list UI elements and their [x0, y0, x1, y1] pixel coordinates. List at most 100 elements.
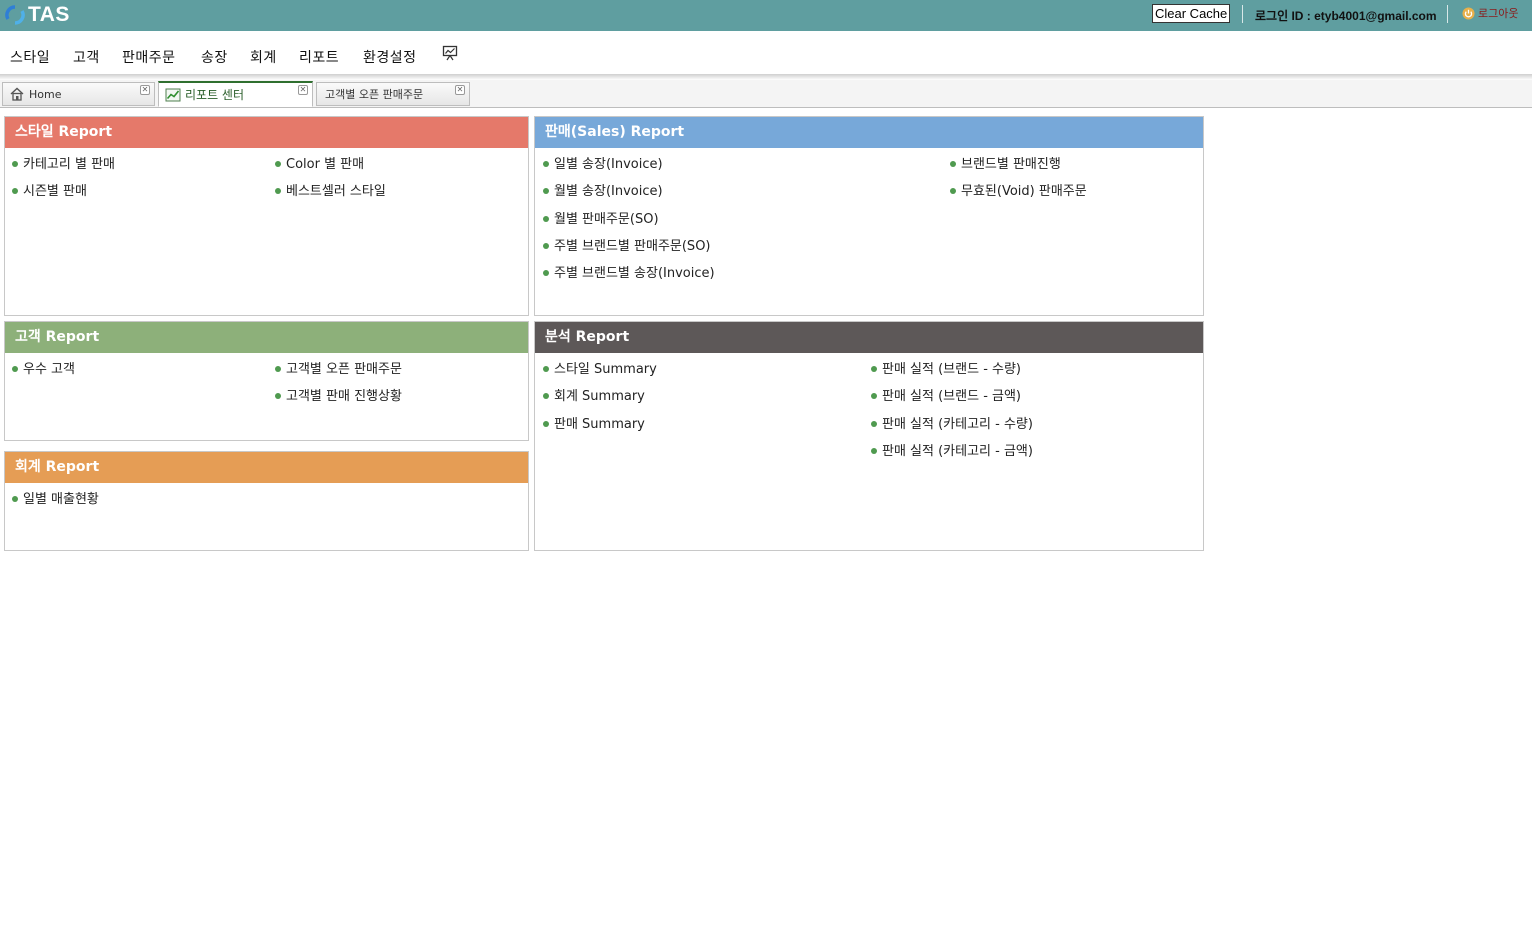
close-icon[interactable]: ✕ [455, 85, 465, 95]
customer-report-panel: 고객 Report [4, 321, 529, 441]
home-icon [10, 87, 24, 101]
style-report-panel: 스타일 Report [4, 116, 529, 316]
report-link-label: 브랜드별 판매진행 [961, 157, 1061, 172]
tab-label: 고객별 오픈 판매주문 [325, 88, 424, 101]
bullet-icon [12, 366, 18, 372]
bullet-icon [12, 496, 18, 502]
report-link-label: Color 별 판매 [286, 157, 365, 172]
report-link[interactable]: 무효된(Void) 판매주문 [950, 180, 1087, 199]
bullet-icon [543, 393, 549, 399]
report-link-label: 주별 브랜드별 판매주문(SO) [554, 239, 711, 254]
report-link[interactable]: 월별 판매주문(SO) [543, 208, 659, 227]
power-icon [1462, 6, 1475, 20]
bullet-icon [871, 421, 877, 427]
report-link-label: 우수 고객 [23, 362, 75, 377]
menu-sales-order[interactable]: 판매주문 [122, 47, 176, 67]
menu-invoice[interactable]: 송장 [201, 47, 228, 67]
report-link-label: 베스트셀러 스타일 [286, 184, 386, 199]
tab-customer-open-orders[interactable]: 고객별 오픈 판매주문 ✕ [316, 82, 470, 106]
report-link[interactable]: 주별 브랜드별 판매주문(SO) [543, 235, 711, 254]
menu-accounting[interactable]: 회계 [250, 47, 277, 67]
report-link-label: 판매 실적 (브랜드 - 수량) [882, 362, 1022, 377]
close-icon[interactable]: ✕ [298, 85, 308, 95]
report-link-label: 월별 판매주문(SO) [554, 212, 659, 227]
bullet-icon [871, 448, 877, 454]
report-link-label: 주별 브랜드별 송장(Invoice) [554, 266, 715, 281]
divider [1242, 5, 1243, 23]
report-link[interactable]: Color 별 판매 [275, 153, 364, 172]
report-link-label: 카테고리 별 판매 [23, 157, 115, 172]
bullet-icon [543, 161, 549, 167]
report-link[interactable]: 베스트셀러 스타일 [275, 180, 386, 199]
bullet-icon [543, 270, 549, 276]
report-link[interactable]: 월별 송장(Invoice) [543, 180, 663, 199]
bullet-icon [275, 188, 281, 194]
bullet-icon [543, 243, 549, 249]
tab-home[interactable]: Home ✕ [2, 82, 155, 106]
menu-report[interactable]: 리포트 [299, 47, 339, 67]
report-link[interactable]: 고객별 오픈 판매주문 [275, 358, 402, 377]
analysis-report-panel: 분석 Report [534, 321, 1204, 551]
bullet-icon [543, 366, 549, 372]
divider [1447, 5, 1448, 23]
report-link[interactable]: 고객별 판매 진행상황 [275, 385, 402, 404]
bullet-icon [871, 366, 877, 372]
report-link-label: 판매 실적 (브랜드 - 금액) [882, 389, 1022, 404]
tab-label: 리포트 센터 [185, 88, 245, 102]
monitor-chart-icon[interactable] [442, 45, 458, 61]
report-link-label: 시즌별 판매 [23, 184, 87, 199]
bullet-icon [950, 161, 956, 167]
report-link-label: 고객별 판매 진행상황 [286, 389, 402, 404]
menu-style[interactable]: 스타일 [10, 47, 50, 67]
chart-icon [165, 88, 181, 101]
report-link[interactable]: 우수 고객 [12, 358, 75, 377]
report-link-label: 일별 송장(Invoice) [554, 157, 663, 172]
report-link[interactable]: 일별 송장(Invoice) [543, 153, 663, 172]
bullet-icon [871, 393, 877, 399]
close-icon[interactable]: ✕ [140, 85, 150, 95]
report-link-label: 고객별 오픈 판매주문 [286, 362, 402, 377]
top-bar: TAS Clear Cache 로그인 ID : etyb4001@gmail.… [0, 0, 1532, 31]
main-menu-bar [0, 31, 1532, 76]
report-link[interactable]: 판매 실적 (브랜드 - 금액) [871, 385, 1021, 404]
report-link[interactable]: 스타일 Summary [543, 358, 657, 377]
tab-label: Home [29, 87, 62, 101]
bullet-icon [275, 393, 281, 399]
report-link-label: 판매 Summary [554, 417, 645, 432]
panel-title: 분석 Report [535, 322, 1203, 353]
report-link-label: 월별 송장(Invoice) [554, 184, 663, 199]
bullet-icon [275, 366, 281, 372]
report-link-label: 무효된(Void) 판매주문 [961, 184, 1087, 199]
report-link-label: 판매 실적 (카테고리 - 수량) [882, 417, 1033, 432]
report-link[interactable]: 브랜드별 판매진행 [950, 153, 1061, 172]
menu-customer[interactable]: 고객 [73, 47, 100, 67]
login-id-label: 로그인 ID : etyb4001@gmail.com [1255, 9, 1437, 23]
app-logo[interactable]: TAS [4, 3, 70, 27]
report-link[interactable]: 판매 실적 (카테고리 - 금액) [871, 440, 1033, 459]
report-link-label: 스타일 Summary [554, 362, 657, 377]
report-link[interactable]: 회계 Summary [543, 385, 645, 404]
report-link[interactable]: 판매 실적 (브랜드 - 수량) [871, 358, 1021, 377]
report-link[interactable]: 판매 실적 (카테고리 - 수량) [871, 413, 1033, 432]
bullet-icon [543, 188, 549, 194]
bullet-icon [12, 188, 18, 194]
report-link[interactable]: 시즌별 판매 [12, 180, 87, 199]
bullet-icon [12, 161, 18, 167]
menu-settings[interactable]: 환경설정 [363, 47, 417, 67]
report-link[interactable]: 카테고리 별 판매 [12, 153, 115, 172]
report-link-label: 회계 Summary [554, 389, 645, 404]
report-link-label: 일별 매출현황 [23, 492, 99, 507]
tab-report-center[interactable]: 리포트 센터 ✕ [158, 81, 313, 107]
bullet-icon [543, 421, 549, 427]
logout-link[interactable]: 로그아웃 [1462, 5, 1518, 21]
report-link[interactable]: 주별 브랜드별 송장(Invoice) [543, 262, 715, 281]
panel-title: 고객 Report [5, 322, 528, 353]
logo-mark-icon [5, 5, 25, 25]
panel-title: 회계 Report [5, 452, 528, 483]
logout-label: 로그아웃 [1478, 7, 1519, 20]
report-link[interactable]: 판매 Summary [543, 413, 645, 432]
clear-cache-button[interactable]: Clear Cache [1152, 4, 1231, 23]
report-link[interactable]: 일별 매출현황 [12, 488, 99, 507]
bullet-icon [275, 161, 281, 167]
logo-text: TAS [28, 3, 70, 26]
